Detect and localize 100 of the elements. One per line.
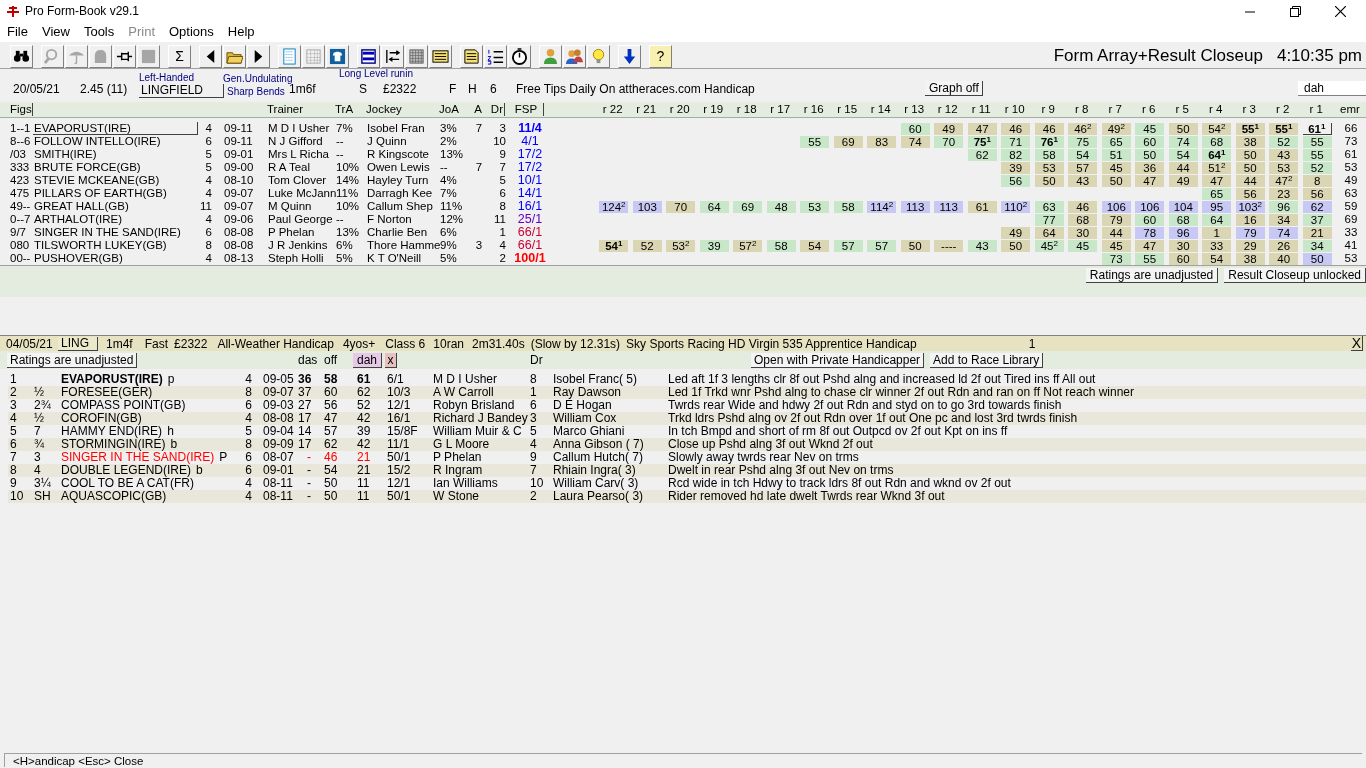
toggle-button[interactable]: Result Closeup unlocked [1224,268,1366,283]
horse-name[interactable]: SINGER IN THE SAND(IRE) [33,226,198,239]
headgear-code: P [219,451,228,464]
table-cell-text: 4 [498,239,506,252]
horse-name[interactable]: STORMINGIN(IRE) [61,438,166,451]
horse-name[interactable]: GREAT HALL(GB) [33,200,198,213]
rating-cell: 30 [1068,226,1098,239]
finish-position: 4 [10,412,18,425]
table-cell-text: William Muir & C [433,425,522,438]
table-cell-text: 08-11 [262,477,294,490]
rating-cell: 55$^{1}$ [1269,122,1299,135]
form-figures: 0--7 [10,213,32,226]
rating-value: 52 [356,399,372,412]
toolbar-button[interactable] [618,44,641,68]
table-cell-text: Callum Hutch( 7) [553,451,645,464]
rating-field[interactable]: dah [1298,81,1366,96]
course-field[interactable]: LINGFIELD [139,84,224,98]
table-cell-text: 5% [336,252,354,265]
horse-name[interactable]: STEVIE MCKEANE(GB) [33,174,198,187]
horse-name[interactable]: FOLLOW INTELLO(IRE) [33,135,198,148]
horse-name[interactable]: PUSHOVER(GB) [33,252,198,265]
horse-name[interactable]: SMITH(IRE) [33,148,198,161]
horse-name[interactable]: ARTHALOT(IRE) [33,213,198,226]
horse-name[interactable]: COOL TO BE A CAT(FR) [61,477,194,490]
distance-beaten: 7 [34,425,42,438]
table-cell-text: 2 [530,490,538,503]
rating-value: 42 [356,438,372,451]
rating-cell: 75$^{1}$ [967,135,997,148]
horse-name[interactable]: PILLARS OF EARTH(GB) [33,187,198,200]
toolbar-button[interactable] [326,44,349,68]
rating-cell: 74 [1168,135,1198,148]
horse-name[interactable]: COMPASS POINT(GB) [61,399,186,412]
toggle-button[interactable]: Ratings are unadjusted [7,353,138,368]
menu-item[interactable]: Help [227,22,255,42]
notebook-icon [281,47,298,65]
toolbar-button[interactable] [508,44,531,68]
race-number: 1 [1028,335,1036,353]
toolbar-button[interactable] [223,44,246,68]
table-cell-text: 6 [244,451,252,464]
table-cell-text: Callum Shep [367,200,434,213]
toolbar-button[interactable] [10,44,33,68]
rating-value: 27 [298,399,313,412]
rating-cell: 57 [867,239,897,252]
remove-button[interactable]: x [385,352,397,368]
horse-name[interactable]: EVAPORUST(IRE) [33,122,198,135]
rating-cell: 68 [1068,213,1098,226]
toolbar-button[interactable] [357,44,380,68]
table-cell-text: William Carv( 3) [553,477,640,490]
horse-name[interactable]: TILSWORTH LUKEY(GB) [33,239,198,252]
menu-item[interactable]: View [41,22,70,42]
column-header: FSP [509,103,544,116]
horse-name[interactable]: COROFIN(GB) [61,412,142,425]
toggle-button[interactable]: Ratings are unadjusted [1085,268,1219,283]
finish-position: 3 [10,399,18,412]
toolbar-button[interactable] [484,44,507,68]
table-cell-text: K T O'Neill [367,252,423,265]
menu-item[interactable]: File [7,22,28,42]
rating-value: - [306,477,312,490]
table-cell-text: Laura Pearso( 3) [553,490,645,503]
horse-name[interactable]: SINGER IN THE SAND(IRE) [61,451,215,464]
starting-price: 6/1 [387,373,405,386]
action-button[interactable]: Add to Race Library [930,352,1044,368]
rating-cell: 56 [1001,174,1031,187]
race-date: 20/05/21 [13,82,60,96]
graph-button[interactable]: Graph off [925,81,983,96]
menu-item[interactable]: Tools [83,22,115,42]
table-cell-text: F Norton [367,213,413,226]
starting-price: 11/1 [387,438,411,451]
rating-cell: 60 [1135,135,1165,148]
horse-name[interactable]: HAMMY END(IRE) [61,425,163,438]
table-cell-text: Rhiain Ingra( 3) [553,464,636,477]
toolbar-button[interactable]: Σ [168,44,191,68]
toolbar-button[interactable] [199,44,222,68]
toolbar-button[interactable] [460,44,483,68]
horse-name[interactable]: DOUBLE LEGEND(IRE) [61,464,192,477]
menu-item[interactable]: Options [169,22,214,42]
toolbar-button[interactable] [113,44,136,68]
race-comment: Dwelt in rear Pshd alng 3f out Nev on trms [668,464,895,477]
column-header: r 22 [601,101,624,117]
table-cell-text: 3% [440,122,458,135]
rating-cell: 61$^{1}$ [1302,122,1332,135]
course-button[interactable]: LING [58,336,98,351]
table-cell-text: 8 [530,373,538,386]
toolbar-button[interactable] [381,44,404,68]
rating-cell: 54 [1168,148,1198,161]
table-cell-text: Ian Williams [433,477,499,490]
rating-cell: 45 [1068,239,1098,252]
starting-price: 16/1 [517,200,543,213]
action-button[interactable]: Open with Private Handicapper [751,352,925,368]
table-cell-text: 13% [336,226,361,239]
toolbar-button[interactable] [429,44,452,68]
rating-selector[interactable]: dah [353,352,382,368]
toolbar-button[interactable]: ? [649,44,672,68]
horse-name[interactable]: BRUTE FORCE(GB) [33,161,198,174]
toolbar-button[interactable] [247,44,270,68]
shirt-icon [329,47,346,65]
horse-name[interactable]: EVAPORUST(IRE) [61,373,163,386]
horse-name[interactable]: AQUASCOPIC(GB) [61,490,167,503]
horse-name[interactable]: FORESEE(GER) [61,386,153,399]
rating-cell: 45 [1101,161,1131,174]
